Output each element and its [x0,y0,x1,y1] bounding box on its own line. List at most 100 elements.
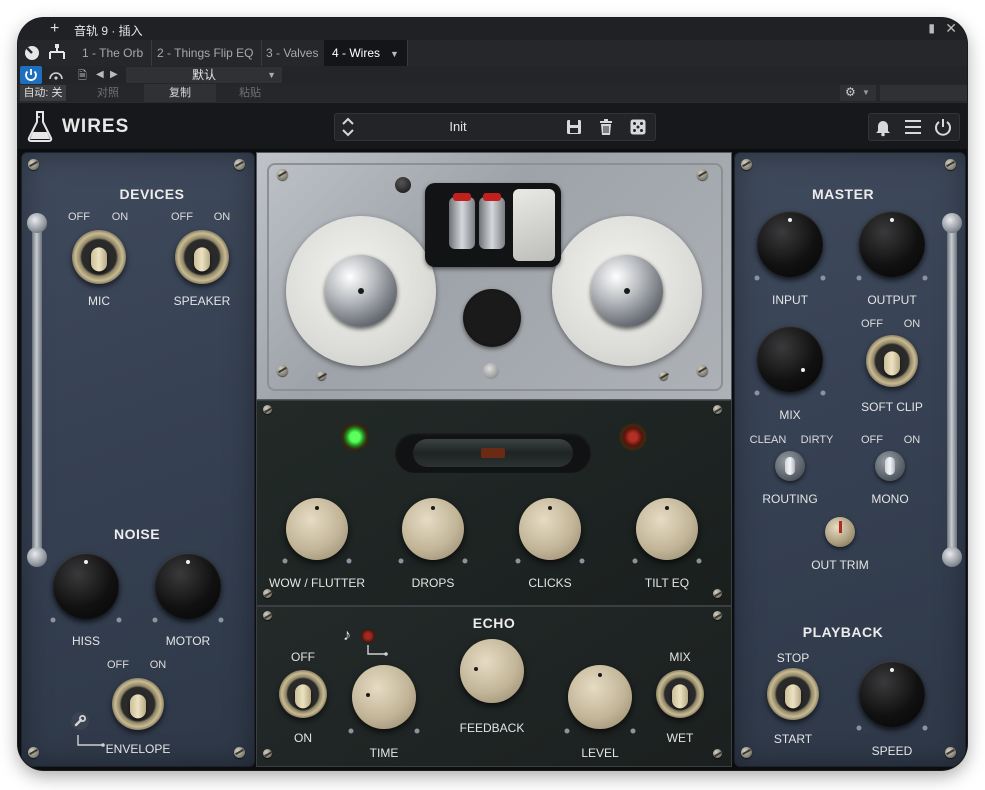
screw [277,169,288,180]
tilt-eq-knob[interactable] [636,498,698,560]
toggle-lever [672,684,688,709]
output-label: OUTPUT [867,293,917,307]
compare-button[interactable]: 对照 [76,84,140,102]
echo-on-off-toggle[interactable] [279,670,327,718]
preset-up-down-icon[interactable] [339,116,357,138]
pin-icon[interactable]: ▮ [928,21,935,35]
tube-filament [481,448,505,458]
echo-panel: ECHO OFF ON ♪ TIME FEEDBACK LEVEL MIX WE… [256,606,732,767]
speed-knob[interactable] [859,661,925,727]
knob-max-dot [820,390,826,396]
toggle-lever [194,247,210,272]
devices-noise-panel: DEVICES OFF ON MIC OFF ON SPEAKER NOISE … [21,152,255,767]
vacuum-tube [413,439,573,467]
bypass-power-icon[interactable] [20,66,42,84]
motor-label: MOTOR [165,634,211,648]
knob-max-dot [462,558,468,564]
wow-flutter-knob[interactable] [286,498,348,560]
chevron-down-icon[interactable]: ▼ [390,49,399,59]
output-knob[interactable] [859,211,925,277]
green-status-led [341,423,369,451]
toggle-lever [295,684,311,709]
echo-mix-wet-toggle[interactable] [656,670,704,718]
copy-button[interactable]: 复制 [144,84,216,102]
out-trim-label: OUT TRIM [811,558,869,572]
paste-button[interactable]: 粘贴 [218,84,282,102]
echo-feedback-knob[interactable] [460,639,524,703]
tape-head [479,197,505,249]
hiss-label: HISS [71,634,101,648]
host-preset-dropdown[interactable]: 默认 ▼ [126,67,282,83]
routing-knob-icon[interactable] [21,43,43,63]
knob-max-dot [696,558,702,564]
host-action-row: 自动: 关 对照 复制 粘贴 ⚙ ▼ [18,84,967,102]
screw [317,371,326,380]
speaker-on-label: ON [213,211,231,223]
trash-icon[interactable] [597,118,615,136]
preset-prev-icon[interactable]: ◀ [96,69,104,80]
mic-label: MIC [88,294,110,308]
echo-mix-label: MIX [669,650,691,664]
clicks-knob[interactable] [519,498,581,560]
soft-clip-off-label: OFF [861,318,883,330]
center-speaker-grille [463,289,521,347]
center-post [483,363,499,379]
master-mix-knob[interactable] [757,326,823,392]
menu-icon[interactable] [903,117,923,137]
envelope-off-label: OFF [107,659,129,671]
toggle-lever [130,694,146,719]
automation-icon[interactable] [44,66,68,84]
signal-flow-icon[interactable] [46,43,68,63]
input-knob[interactable] [757,211,823,277]
track-tab-3[interactable]: 3 - Valves [258,40,328,66]
mono-switch[interactable] [875,451,905,481]
routing-switch[interactable] [775,451,805,481]
automation-mode-button[interactable]: 自动: 关 [20,85,66,101]
speaker-toggle[interactable] [175,230,229,284]
track-tab-4[interactable]: 4 - Wires ▼ [324,40,408,66]
power-icon[interactable] [933,117,953,137]
sync-led-button[interactable] [361,629,375,643]
chevron-down-icon: ▼ [862,88,870,97]
motor-knob[interactable] [155,553,221,619]
echo-wet-label: WET [666,731,694,745]
echo-level-knob[interactable] [568,665,632,729]
envelope-toggle[interactable] [112,678,164,730]
track-tab-2[interactable]: 2 - Things Flip EQ [149,40,263,66]
plugin-preset-bar: Init [334,113,656,141]
right-reel-hub [591,255,663,327]
preset-name[interactable]: Init [395,119,521,134]
handle-cap [27,547,47,567]
drops-knob[interactable] [402,498,464,560]
mic-toggle[interactable] [72,230,126,284]
echo-time-knob[interactable] [352,665,416,729]
screw [741,747,752,758]
mic-on-label: ON [111,211,129,223]
echo-title: ECHO [472,615,516,631]
soft-clip-toggle[interactable] [866,335,918,387]
host-settings-button[interactable]: ⚙ ▼ [840,85,876,101]
save-icon[interactable] [565,118,583,136]
out-trim-knob[interactable] [825,517,855,547]
flask-icon [27,111,53,142]
hiss-knob[interactable] [53,553,119,619]
track-tab-1[interactable]: 1 - The Orb [74,40,153,66]
knob-min-dot [632,558,638,564]
tilt-eq-label: TILT EQ [644,576,690,590]
bell-icon[interactable] [873,117,893,137]
knob-indicator [890,218,894,222]
add-icon[interactable]: + [50,19,59,39]
speaker-off-label: OFF [171,211,193,223]
dice-icon[interactable] [629,118,647,136]
toggle-lever [91,247,107,272]
routing-label: ROUTING [762,492,818,506]
head-marker [453,193,471,201]
preset-next-icon[interactable]: ▶ [110,69,118,80]
plugin-brand: WIRES [62,116,130,137]
close-icon[interactable]: ✕ [945,20,957,37]
screw [659,371,668,380]
stop-start-toggle[interactable] [767,668,819,720]
envelope-on-label: ON [149,659,167,671]
knob-indicator [474,667,478,671]
wrench-icon[interactable] [70,711,90,731]
